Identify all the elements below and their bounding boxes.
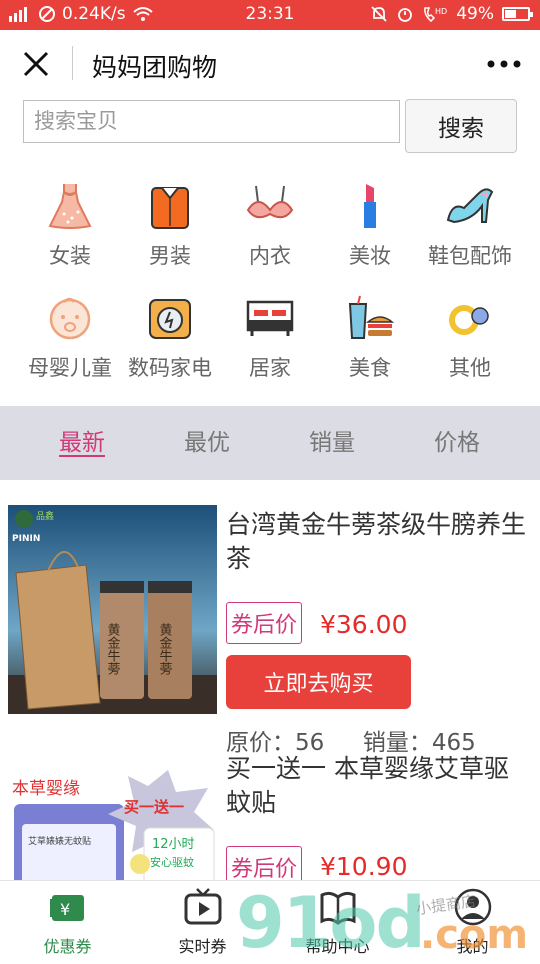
sort-tab-best[interactable]: 最优 bbox=[152, 406, 262, 480]
category-label: 男装 bbox=[149, 244, 191, 268]
close-icon[interactable] bbox=[18, 46, 54, 82]
category-label: 母婴儿童 bbox=[28, 356, 112, 380]
sort-tab-label: 销量 bbox=[309, 430, 355, 456]
sort-tab-newest[interactable]: 最新 bbox=[27, 406, 137, 480]
mute-bell-icon bbox=[371, 6, 387, 22]
search-row: 搜索 bbox=[0, 96, 540, 158]
hd-call-icon: HD bbox=[424, 7, 447, 23]
appliance-icon bbox=[149, 299, 191, 339]
photo-claim: 安心驱蚊 bbox=[150, 855, 194, 869]
photo-tin-label: 黄金牛蒡 bbox=[157, 623, 173, 675]
title-divider bbox=[72, 46, 73, 80]
svg-text:HD: HD bbox=[435, 7, 447, 16]
product-image[interactable]: 本草婴缘 艾草婊婊无蚊贴 买一送一 12小时 安心驱蚊 bbox=[8, 768, 217, 880]
coupon-badge: 券后价 bbox=[226, 846, 303, 880]
buy-now-button[interactable]: 立即去购买 bbox=[226, 655, 411, 709]
product-list: 品鑫 PININ 黄金牛蒡 黄金牛蒡 台湾黄金牛蒡茶级牛膀养生茶 券后价 ¥36… bbox=[0, 480, 540, 880]
food-icon bbox=[348, 295, 395, 339]
category-label: 居家 bbox=[249, 356, 291, 380]
category-food[interactable]: 美食 bbox=[316, 292, 424, 382]
product-card[interactable]: 品鑫 PININ 黄金牛蒡 黄金牛蒡 台湾黄金牛蒡茶级牛膀养生茶 券后价 ¥36… bbox=[0, 480, 540, 756]
category-label: 美妆 bbox=[349, 244, 391, 268]
sort-tab-label: 最优 bbox=[184, 430, 230, 456]
product-image[interactable]: 品鑫 PININ 黄金牛蒡 黄金牛蒡 bbox=[8, 505, 217, 714]
sort-tab-price[interactable]: 价格 bbox=[402, 406, 512, 480]
watermark-logo: 91od bbox=[236, 882, 426, 964]
category-label: 内衣 bbox=[249, 244, 291, 268]
coupon-badge: 券后价 bbox=[226, 602, 303, 644]
page-title: 妈妈团购物 bbox=[92, 53, 218, 82]
category-underwear[interactable]: 内衣 bbox=[216, 180, 324, 270]
tea-product-photo: 品鑫 PININ 黄金牛蒡 黄金牛蒡 bbox=[8, 505, 217, 714]
high-heel-icon bbox=[446, 188, 494, 224]
product-card[interactable]: 本草婴缘 艾草婊婊无蚊贴 买一送一 12小时 安心驱蚊 买一送一 本草婴缘艾草驱… bbox=[0, 754, 540, 880]
baby-face-icon bbox=[49, 297, 91, 340]
category-digital[interactable]: 数码家电 bbox=[116, 292, 224, 382]
shirt-icon bbox=[151, 187, 189, 229]
dress-icon bbox=[48, 184, 92, 229]
title-bar: 妈妈团购物 bbox=[0, 30, 540, 96]
sort-tab-label: 最新 bbox=[59, 430, 105, 456]
product-price: ¥36.00 bbox=[320, 610, 408, 639]
status-right: HD 49% bbox=[370, 4, 533, 24]
category-home[interactable]: 居家 bbox=[216, 292, 324, 382]
category-label: 数码家电 bbox=[128, 356, 212, 380]
photo-brand-en: PININ bbox=[12, 534, 40, 544]
lipstick-icon bbox=[364, 184, 376, 228]
alarm-icon bbox=[398, 8, 413, 22]
photo-brand: 本草婴缘 bbox=[12, 779, 80, 799]
photo-tin-label: 黄金牛蒡 bbox=[105, 623, 121, 675]
tab-coupons[interactable]: ¥ 优惠券 bbox=[0, 887, 135, 957]
category-label: 美食 bbox=[349, 356, 391, 380]
battery-icon bbox=[502, 7, 533, 21]
sort-bar: 最新 最优 销量 价格 bbox=[0, 406, 540, 480]
photo-duration: 12小时 bbox=[152, 837, 195, 852]
svg-text:¥: ¥ bbox=[60, 900, 70, 919]
sort-tab-sales[interactable]: 销量 bbox=[277, 406, 387, 480]
category-womens[interactable]: 女装 bbox=[16, 180, 124, 270]
product-name[interactable]: 买一送一 本草婴缘艾草驱蚊贴 bbox=[226, 752, 526, 820]
watermark-suffix: .com bbox=[420, 912, 529, 958]
category-mens[interactable]: 男装 bbox=[116, 180, 224, 270]
search-input[interactable] bbox=[23, 100, 400, 143]
category-grid: 女装 男装 内衣 美妆 鞋包配饰 母婴儿童 数码家电 居家 美食 其他 bbox=[0, 168, 540, 398]
category-label: 其他 bbox=[449, 356, 491, 380]
status-bar: 0.24K/s 23:31 HD 49% bbox=[0, 0, 540, 30]
category-label: 女装 bbox=[49, 244, 91, 268]
photo-brand: 品鑫 bbox=[36, 510, 54, 522]
category-other[interactable]: 其他 bbox=[416, 292, 524, 382]
search-button[interactable]: 搜索 bbox=[405, 99, 517, 153]
coupon-icon: ¥ bbox=[49, 895, 84, 921]
bed-icon bbox=[246, 300, 294, 336]
photo-promo: 买一送一 bbox=[124, 798, 184, 816]
mosquito-patch-photo: 本草婴缘 艾草婊婊无蚊贴 买一送一 12小时 安心驱蚊 bbox=[8, 768, 217, 880]
rings-icon bbox=[449, 305, 489, 335]
photo-caption: 艾草婊婊无蚊贴 bbox=[28, 835, 91, 847]
more-menu-icon[interactable] bbox=[486, 58, 522, 70]
category-shoes-bags[interactable]: 鞋包配饰 bbox=[416, 180, 524, 270]
category-beauty[interactable]: 美妆 bbox=[316, 180, 424, 270]
bra-icon bbox=[246, 185, 294, 219]
category-baby[interactable]: 母婴儿童 bbox=[16, 292, 124, 382]
product-price: ¥10.90 bbox=[320, 852, 408, 880]
tab-label: 优惠券 bbox=[43, 937, 92, 956]
category-label: 鞋包配饰 bbox=[428, 244, 512, 268]
product-name[interactable]: 台湾黄金牛蒡茶级牛膀养生茶 bbox=[226, 508, 526, 576]
play-tv-icon bbox=[184, 888, 221, 925]
sort-tab-label: 价格 bbox=[434, 430, 480, 456]
battery-percent: 49% bbox=[456, 4, 494, 24]
